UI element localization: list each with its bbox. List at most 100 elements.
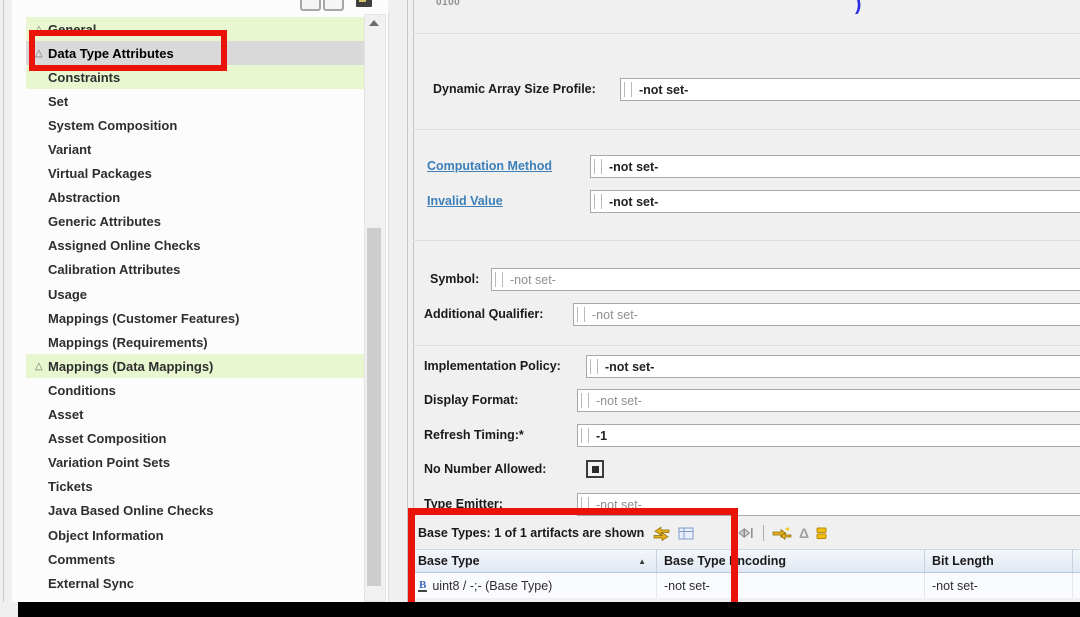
sidebar-item[interactable]: △ Variant [26, 137, 375, 161]
expand-triangle-icon[interactable]: △ [35, 48, 48, 59]
input-grip-icon [495, 272, 503, 287]
symbol-input[interactable]: -not set- [491, 268, 1080, 291]
sidebar-item[interactable]: △ Java Based Online Checks [26, 499, 375, 523]
sidebar-item-label: System Composition [48, 117, 178, 133]
swap-arrows-icon[interactable] [652, 526, 671, 541]
sidebar-item-label: Mappings (Customer Features) [48, 310, 240, 326]
field-value: -not set- [605, 359, 655, 374]
toolbar-button-icon[interactable] [300, 0, 321, 11]
input-grip-icon [581, 428, 589, 443]
cell-value: -not set- [932, 578, 978, 593]
input-grip-icon [577, 307, 585, 322]
base-type-cell[interactable]: B uint8 / -;- (Base Type) [411, 573, 657, 598]
implementation-policy-input[interactable]: -not set- [586, 355, 1080, 378]
sidebar-item[interactable]: △ Generic Attributes [26, 210, 375, 234]
display-format-input[interactable]: -not set- [577, 389, 1080, 412]
sidebar-item[interactable]: △ Asset [26, 403, 375, 427]
base-types-toolbar: Δ [652, 521, 835, 545]
fit-columns-icon[interactable] [735, 527, 753, 539]
clipped-top-text: 0100 [436, 0, 461, 8]
compare-arrows-icon[interactable] [772, 526, 792, 541]
table-row[interactable]: B uint8 / -;- (Base Type) -not set- -not… [411, 573, 1080, 598]
base-types-count-label: Base Types: 1 of 1 artifacts are shown [418, 526, 645, 540]
field-value: -not set- [596, 497, 642, 512]
section-divider [413, 240, 1080, 241]
expand-triangle-icon[interactable]: △ [35, 24, 48, 35]
field-value: -not set- [592, 307, 638, 322]
input-grip-icon [594, 194, 602, 209]
column-header-label: Base Type [418, 554, 480, 568]
field-label: Type Emitter: [424, 497, 503, 511]
sidebar-item-label: Assigned Online Checks [48, 238, 201, 254]
sidebar-item[interactable]: △ Abstraction [26, 186, 375, 210]
toolbar-menu-icon[interactable] [356, 0, 372, 7]
sidebar-item[interactable]: △ Mappings (Requirements) [26, 330, 375, 354]
column-header-bit-length[interactable]: Bit Length [925, 550, 1073, 572]
sidebar-item[interactable]: △ Mappings (Data Mappings) [26, 354, 375, 379]
sidebar-item[interactable]: △ System Composition [26, 113, 375, 137]
field-value: -not set- [609, 194, 659, 209]
input-grip-icon [594, 159, 602, 174]
section-divider [413, 129, 1080, 130]
sidebar-divider [388, 14, 389, 602]
attributes-sidebar: △ General △ Data Type Attributes △ Const… [12, 0, 388, 615]
input-grip-icon [624, 82, 632, 97]
dynamic-array-size-profile-input[interactable]: -not set- [620, 78, 1080, 101]
application-window: △ General △ Data Type Attributes △ Const… [0, 0, 1080, 617]
base-type-encoding-cell[interactable]: -not set- [657, 573, 925, 598]
expand-triangle-icon[interactable]: △ [35, 361, 48, 372]
additional-qualifier-input[interactable]: -not set- [573, 303, 1080, 326]
sidebar-item[interactable]: △ Object Information [26, 523, 375, 547]
sidebar-item[interactable]: △ Variation Point Sets [26, 451, 375, 475]
column-header-empty[interactable] [1073, 550, 1080, 572]
sidebar-item-label: Asset Composition [48, 431, 167, 447]
sidebar-item-label: Constraints [48, 69, 121, 85]
sidebar-item-label: External Sync [48, 575, 134, 591]
sidebar-item-label: Set [48, 93, 69, 109]
sidebar-item[interactable]: △ Asset Composition [26, 427, 375, 451]
computation-method-input[interactable]: -not set- [590, 155, 1080, 178]
no-number-allowed-checkbox[interactable] [586, 460, 604, 478]
table-header-row: Base Type ▲ Base Type Encoding Bit Lengt… [411, 549, 1080, 573]
section-divider [413, 33, 1080, 34]
sidebar-toolbar [12, 0, 388, 13]
sidebar-item[interactable]: △ General [26, 17, 375, 42]
sidebar-item[interactable]: △ Data Type Attributes [26, 41, 375, 66]
delta-icon[interactable]: Δ [799, 526, 809, 540]
table-view-icon[interactable] [678, 527, 694, 540]
computation-method-link[interactable]: Computation Method [427, 155, 552, 177]
sidebar-item-label: Data Type Attributes [48, 45, 174, 61]
scrollbar-thumb[interactable] [367, 228, 381, 586]
column-header-base-type[interactable]: Base Type ▲ [411, 550, 657, 572]
sidebar-item[interactable]: △ External Sync [26, 571, 375, 595]
invalid-value-link[interactable]: Invalid Value [427, 190, 503, 212]
sidebar-item[interactable]: △ Mappings (Customer Features) [26, 306, 375, 330]
sidebar-item-label: Asset [48, 407, 84, 423]
sidebar-item-label: Conditions [48, 382, 116, 398]
toolbar-button-icon[interactable] [323, 0, 344, 11]
sidebar-item[interactable]: △ Set [26, 89, 375, 113]
sidebar-item[interactable]: △ Calibration Attributes [26, 258, 375, 282]
sidebar-item[interactable]: △ Comments [26, 547, 375, 571]
scrollbar-up-arrow-icon[interactable] [369, 20, 379, 26]
sidebar-item-label: Usage [48, 286, 88, 302]
sidebar-item[interactable]: △ Conditions [26, 378, 375, 402]
sidebar-item[interactable]: △ Virtual Packages [26, 162, 375, 186]
section-divider [413, 345, 1080, 346]
type-emitter-input[interactable]: -not set- [577, 493, 1080, 516]
empty-cell [1073, 573, 1080, 598]
sidebar-item[interactable]: △ Tickets [26, 475, 375, 499]
sidebar-item[interactable]: △ Usage [26, 282, 375, 306]
field-value: -not set- [609, 159, 659, 174]
field-value: -not set- [510, 272, 556, 287]
column-header-label: Bit Length [932, 554, 994, 568]
bit-length-cell[interactable]: -not set- [925, 573, 1073, 598]
sidebar-item-label: Java Based Online Checks [48, 503, 214, 519]
sidebar-item-label: Mappings (Data Mappings) [48, 358, 214, 374]
invalid-value-input[interactable]: -not set- [590, 190, 1080, 213]
sidebar-item[interactable]: △ Constraints [26, 65, 375, 90]
attributes-icon[interactable] [816, 527, 828, 540]
sidebar-item[interactable]: △ Assigned Online Checks [26, 234, 375, 258]
column-header-base-type-encoding[interactable]: Base Type Encoding [657, 550, 925, 572]
refresh-timing-input[interactable]: -1 [577, 424, 1080, 447]
